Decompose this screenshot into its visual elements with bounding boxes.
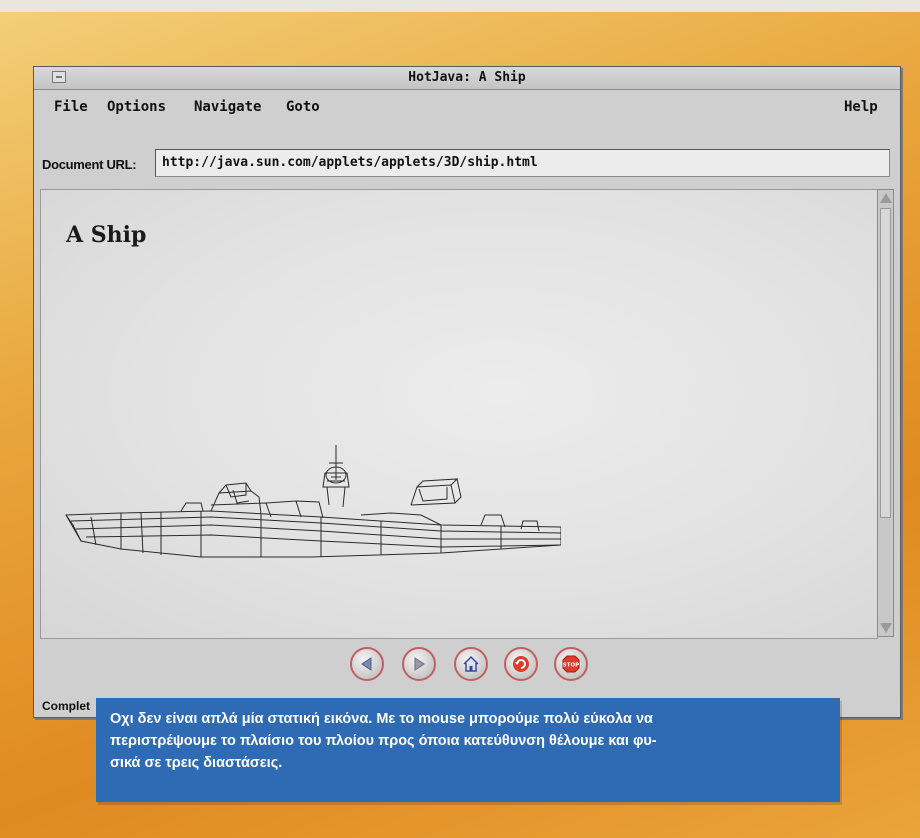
menu-navigate[interactable]: Navigate <box>194 99 261 115</box>
caption-box: Οχι δεν είναι απλά μία στατική εικόνα. Μ… <box>96 698 840 802</box>
window-title: HotJava: A Ship <box>408 70 526 85</box>
document-view[interactable]: A Ship <box>40 189 878 639</box>
forward-arrow-icon <box>414 657 425 671</box>
menu-file[interactable]: File <box>54 99 88 115</box>
stop-icon: STOP <box>562 655 580 673</box>
vertical-scrollbar[interactable] <box>877 189 894 637</box>
menu-bar: File Options Navigate Goto Help <box>34 90 900 122</box>
reload-button[interactable] <box>504 647 538 681</box>
forward-button[interactable] <box>402 647 436 681</box>
scroll-up-arrow-icon[interactable] <box>880 193 892 203</box>
menu-help[interactable]: Help <box>844 99 878 115</box>
scroll-down-arrow-icon[interactable] <box>880 623 892 633</box>
magazine-top-strip <box>0 0 920 12</box>
url-label: Document URL: <box>42 157 137 172</box>
ship-hull <box>65 510 561 558</box>
scroll-thumb[interactable] <box>880 208 891 518</box>
ship-mast <box>322 445 350 508</box>
home-button[interactable] <box>454 647 488 681</box>
url-row: Document URL: http://java.sun.com/applet… <box>34 147 900 179</box>
title-bar[interactable]: HotJava: A Ship <box>34 67 900 90</box>
back-button[interactable] <box>350 647 384 681</box>
page-heading: A Ship <box>66 222 147 248</box>
status-bar-text: Complet <box>42 699 90 713</box>
hotjava-window: HotJava: A Ship File Options Navigate Go… <box>33 66 901 718</box>
navigation-toolbar: STOP <box>34 639 900 689</box>
ship-box-structure <box>410 478 462 506</box>
reload-icon <box>513 656 529 672</box>
back-arrow-icon <box>361 657 372 671</box>
caption-text: Οχι δεν είναι απλά μία στατική εικόνα. Μ… <box>110 711 657 771</box>
menu-goto[interactable]: Goto <box>286 99 320 115</box>
home-icon <box>463 655 479 672</box>
stop-button[interactable]: STOP <box>554 647 588 681</box>
ship-wireframe-applet[interactable] <box>61 445 561 565</box>
url-input[interactable]: http://java.sun.com/applets/applets/3D/s… <box>155 149 890 177</box>
menu-options[interactable]: Options <box>107 99 166 115</box>
svg-text:STOP: STOP <box>563 663 579 669</box>
